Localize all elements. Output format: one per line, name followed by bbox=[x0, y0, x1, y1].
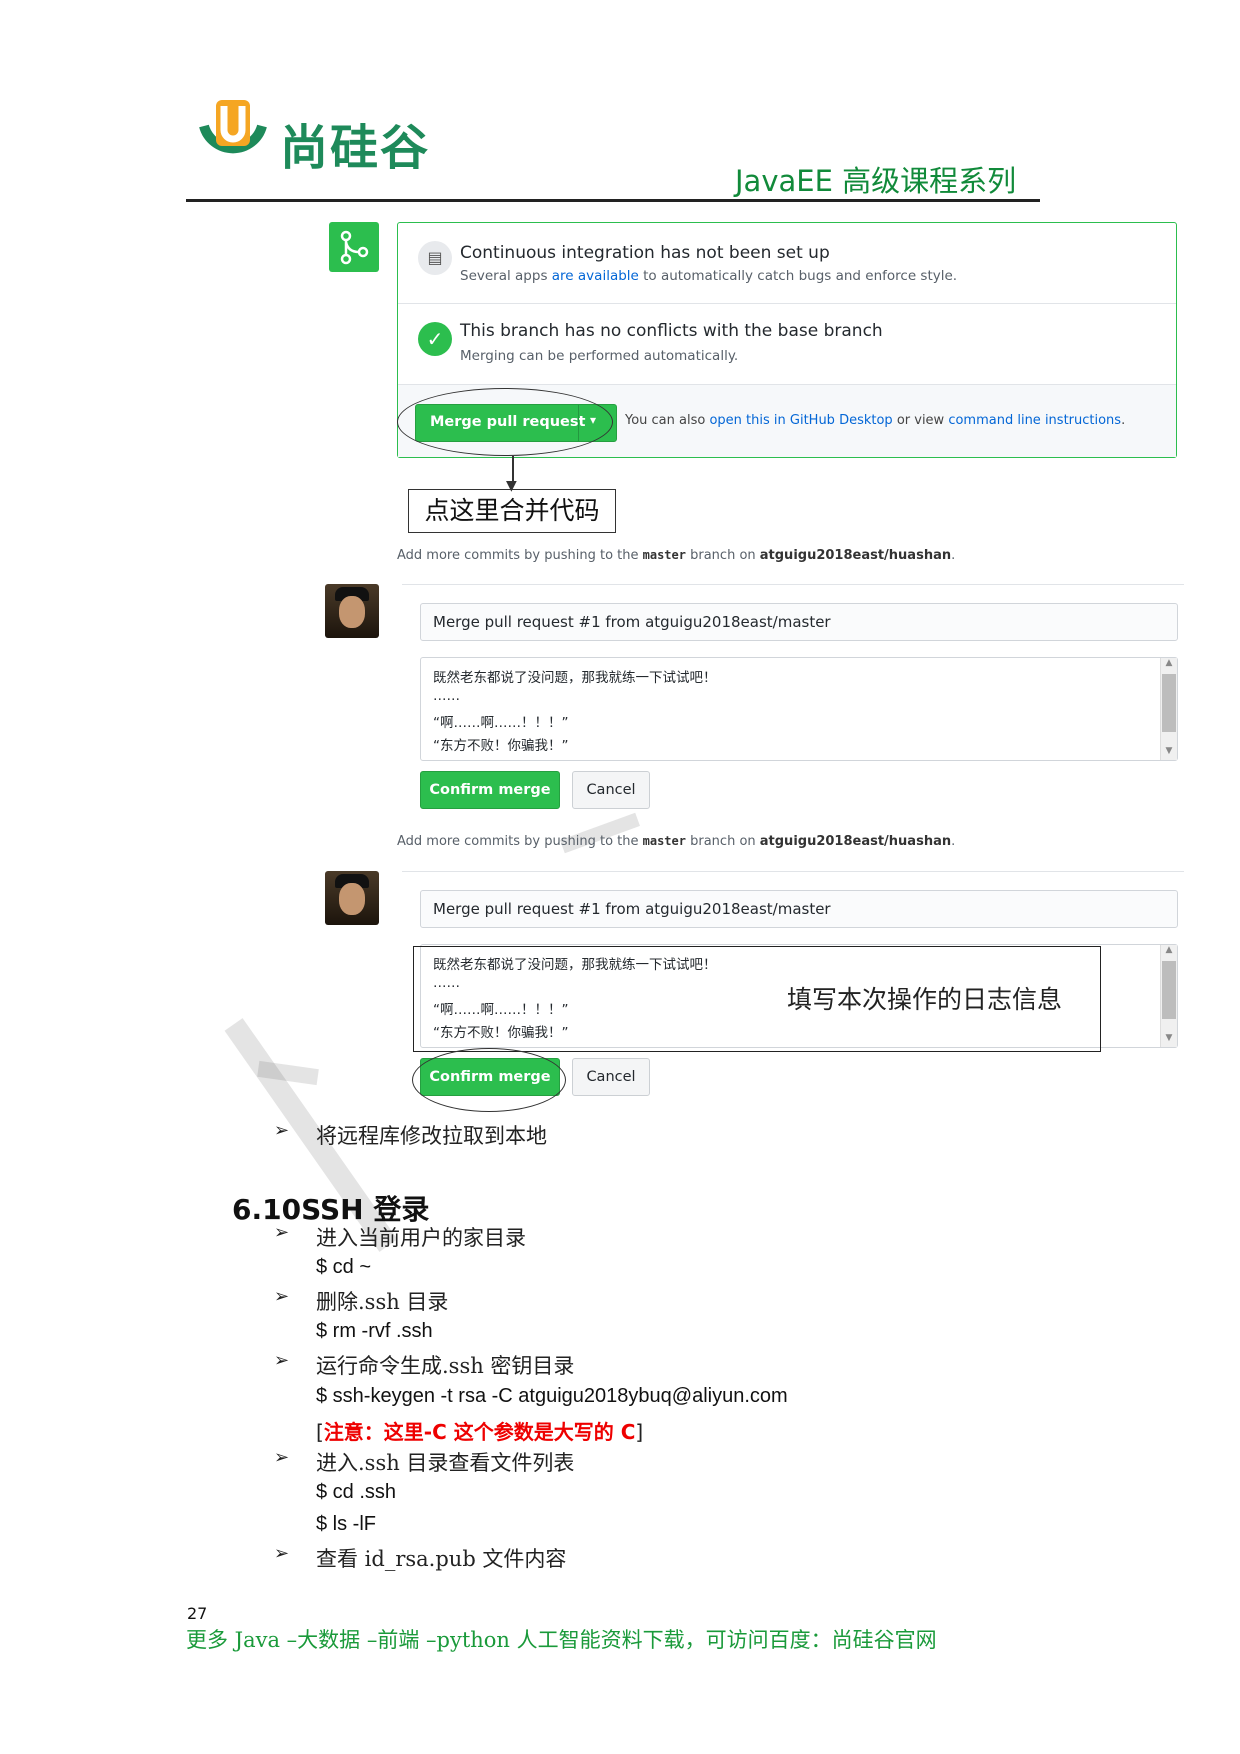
merge-callout-box: 点这里合并代码 bbox=[408, 489, 616, 533]
bullet-item: ➢ 进入当前用户的家目录 bbox=[274, 1222, 874, 1250]
message-line: …… bbox=[433, 688, 460, 704]
bullet-item: ➢ 进入.ssh 目录查看文件列表 bbox=[274, 1447, 874, 1475]
avatar bbox=[325, 871, 379, 925]
also-text: You can also bbox=[625, 413, 710, 428]
scroll-thumb[interactable] bbox=[1162, 961, 1176, 1019]
header-rule bbox=[186, 199, 1040, 202]
scroll-up-icon[interactable]: ▲ bbox=[1161, 945, 1177, 959]
scroll-thumb[interactable] bbox=[1162, 674, 1176, 732]
message-line: “东方不败！你骗我！” bbox=[433, 738, 569, 754]
commit-form: Merge pull request #1 from atguigu2018ea… bbox=[402, 584, 1184, 825]
branch-name: master bbox=[642, 834, 686, 848]
bullet-text: 进入当前用户的家目录 bbox=[316, 1226, 526, 1250]
branch-status-subtitle: Merging can be performed automatically. bbox=[460, 348, 739, 364]
note-bracket: [ bbox=[316, 1420, 324, 1444]
available-apps-link[interactable]: are available bbox=[552, 268, 639, 284]
add-more-commits-note: Add more commits by pushing to the maste… bbox=[397, 548, 955, 563]
scroll-up-icon[interactable]: ▲ bbox=[1161, 658, 1177, 672]
git-merge-icon bbox=[329, 222, 379, 272]
bullet-item: ➢ 查看 id_rsa.pub 文件内容 bbox=[274, 1543, 874, 1571]
repo-name: atguigu2018east/huashan bbox=[759, 548, 952, 563]
bullet-text: 将远程库修改拉取到本地 bbox=[316, 1124, 547, 1148]
bullet-text: 进入.ssh 目录查看文件列表 bbox=[316, 1451, 575, 1475]
message-line: 既然老东都说了没问题，那我就练一下试试吧！ bbox=[433, 670, 717, 686]
repo-name: atguigu2018east/huashan bbox=[759, 834, 952, 849]
ci-sub-text-end: to automatically catch bugs and enforce … bbox=[638, 268, 958, 284]
note-text: 注意：这里-C 这个参数是大写的 C bbox=[323, 1420, 636, 1444]
commit-title-input[interactable]: Merge pull request #1 from atguigu2018ea… bbox=[420, 890, 1178, 928]
commit-title-value: Merge pull request #1 from atguigu2018ea… bbox=[433, 613, 831, 631]
keygen-note: [注意：这里-C 这个参数是大写的 C] bbox=[316, 1416, 643, 1445]
command-line: $ rm -rvf .ssh bbox=[316, 1320, 433, 1342]
merge-button-highlight-ellipse bbox=[397, 388, 613, 456]
logo-text: 尚硅谷 bbox=[280, 120, 431, 176]
commit-message-textarea[interactable]: 既然老东都说了没问题，那我就练一下试试吧！ …… “啊……啊……！！！” “东方… bbox=[420, 657, 1178, 761]
ci-status-row: ▤ Continuous integration has not been se… bbox=[398, 223, 1176, 304]
github-desktop-link[interactable]: open this in GitHub Desktop bbox=[709, 413, 892, 428]
message-line: “啊……啊……！！！” bbox=[433, 715, 569, 731]
scroll-down-icon[interactable]: ▼ bbox=[1161, 1033, 1177, 1047]
add-more-commits-note: Add more commits by pushing to the maste… bbox=[397, 834, 955, 849]
note-bracket: ] bbox=[635, 1420, 644, 1444]
cancel-button[interactable]: Cancel bbox=[572, 771, 650, 809]
bullet-arrow-icon: ➢ bbox=[274, 1222, 290, 1243]
bullet-text: 删除.ssh 目录 bbox=[316, 1290, 449, 1314]
scroll-down-icon[interactable]: ▼ bbox=[1161, 746, 1177, 760]
logo-icon bbox=[199, 100, 267, 154]
branch-status-row: ✓ This branch has no conflicts with the … bbox=[398, 304, 1176, 385]
avatar bbox=[325, 584, 379, 638]
command-line: $ ls -lF bbox=[316, 1513, 376, 1535]
add-more-text-mid: branch on bbox=[685, 548, 760, 563]
bullet-arrow-icon: ➢ bbox=[274, 1120, 290, 1141]
bullet-item: ➢ 删除.ssh 目录 bbox=[274, 1286, 874, 1314]
ci-sub-text: Several apps bbox=[460, 268, 552, 284]
command-line: $ cd .ssh bbox=[316, 1481, 397, 1503]
alternative-options: You can also open this in GitHub Desktop… bbox=[625, 413, 1125, 428]
bullet-arrow-icon: ➢ bbox=[274, 1286, 290, 1307]
bullet-item: ➢ 将远程库修改拉取到本地 bbox=[274, 1120, 874, 1148]
confirm-button-highlight-ellipse bbox=[412, 1048, 566, 1112]
commit-title-input[interactable]: Merge pull request #1 from atguigu2018ea… bbox=[420, 603, 1178, 641]
commit-title-value: Merge pull request #1 from atguigu2018ea… bbox=[433, 900, 831, 918]
textarea-scrollbar[interactable]: ▲ ▼ bbox=[1160, 945, 1177, 1047]
add-more-text: Add more commits by pushing to the bbox=[397, 834, 643, 849]
bullet-text: 查看 id_rsa.pub 文件内容 bbox=[316, 1547, 567, 1571]
ci-subtitle: Several apps are available to automatica… bbox=[460, 268, 957, 284]
command-line-link[interactable]: command line instructions bbox=[948, 413, 1121, 428]
bullet-text: 运行命令生成.ssh 密钥目录 bbox=[316, 1354, 575, 1378]
add-more-text-mid: branch on bbox=[685, 834, 760, 849]
textarea-scrollbar[interactable]: ▲ ▼ bbox=[1160, 658, 1177, 760]
cancel-button[interactable]: Cancel bbox=[572, 1058, 650, 1096]
add-more-text-end: . bbox=[951, 548, 956, 563]
series-title: JavaEE 高级课程系列 bbox=[735, 164, 1017, 198]
command-line: $ cd ~ bbox=[316, 1256, 372, 1278]
ci-title: Continuous integration has not been set … bbox=[460, 243, 830, 263]
ci-status-icon: ▤ bbox=[418, 241, 452, 275]
bullet-arrow-icon: ➢ bbox=[274, 1447, 290, 1468]
check-icon: ✓ bbox=[418, 322, 452, 356]
footer-text: 更多 Java –大数据 –前端 –python 人工智能资料下载，可访问百度：… bbox=[186, 1628, 937, 1652]
bullet-arrow-icon: ➢ bbox=[274, 1350, 290, 1371]
add-more-text: Add more commits by pushing to the bbox=[397, 548, 643, 563]
also-text-end: . bbox=[1121, 413, 1126, 428]
log-message-callout: 填写本次操作的日志信息 bbox=[787, 985, 1063, 1014]
command-line: $ ssh-keygen -t rsa -C atguigu2018ybuq@a… bbox=[316, 1385, 788, 1407]
bullet-arrow-icon: ➢ bbox=[274, 1543, 290, 1564]
page-number: 27 bbox=[187, 1604, 208, 1623]
add-more-text-end: . bbox=[951, 834, 956, 849]
also-text-mid: or view bbox=[892, 413, 949, 428]
branch-status-title: This branch has no conflicts with the ba… bbox=[460, 321, 883, 341]
confirm-merge-button[interactable]: Confirm merge bbox=[420, 771, 560, 809]
bullet-item: ➢ 运行命令生成.ssh 密钥目录 bbox=[274, 1350, 874, 1378]
branch-name: master bbox=[642, 548, 686, 562]
